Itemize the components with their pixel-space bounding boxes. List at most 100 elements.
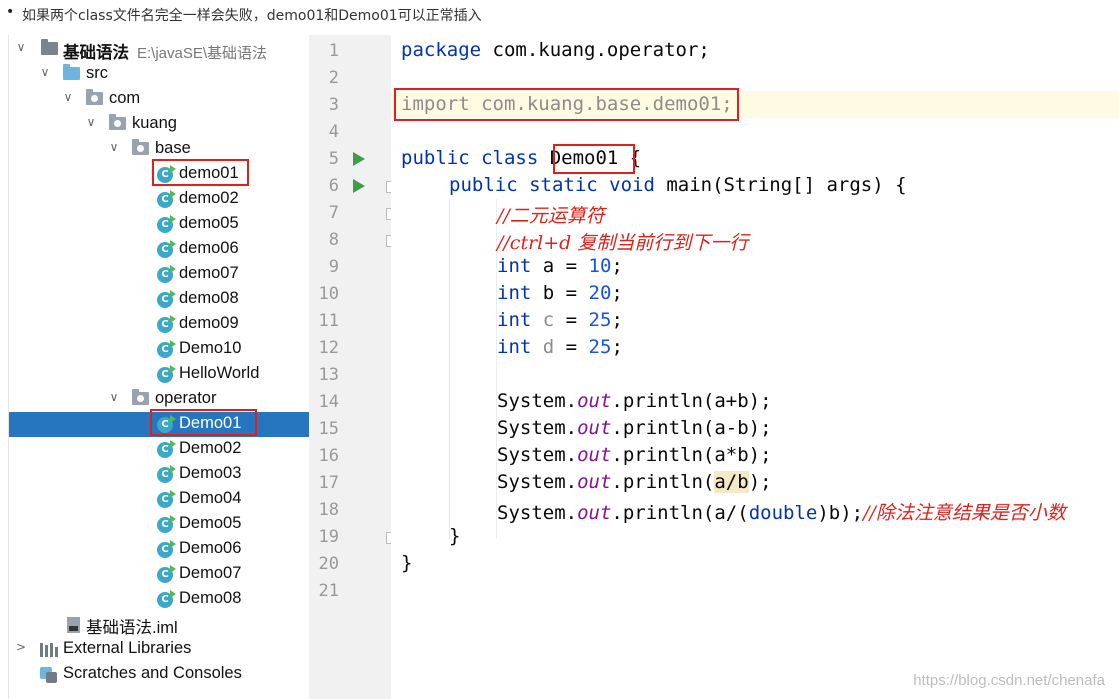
line-number: 7 xyxy=(328,203,339,223)
code-line-9: int a = 10; xyxy=(497,255,623,277)
code-editor[interactable]: package com.kuang.operator; import com.k… xyxy=(391,35,1119,699)
tree-item-label: demo09 xyxy=(179,314,239,332)
tree-item-label: Scratches and Consoles xyxy=(63,664,242,682)
run-main-icon[interactable] xyxy=(353,179,365,193)
tree-item-kuang[interactable]: ∨ kuang xyxy=(9,112,309,137)
chevron-down-icon[interactable]: ∨ xyxy=(15,40,27,54)
tree-item-class[interactable]: C demo08 xyxy=(9,287,309,312)
java-class-icon: C xyxy=(157,190,176,208)
line-number: 11 xyxy=(318,311,339,331)
tree-item-label: Demo03 xyxy=(179,464,242,482)
java-class-icon: C xyxy=(157,540,176,558)
watermark: https://blog.csdn.net/chenafa xyxy=(913,672,1105,689)
line-number: 12 xyxy=(318,338,339,358)
java-class-icon: C xyxy=(157,590,176,608)
tree-item-label: Demo10 xyxy=(179,339,242,357)
tree-item-base[interactable]: ∨ base xyxy=(9,137,309,162)
indent-guide xyxy=(449,199,450,539)
code-line-16: System.out.println(a*b); xyxy=(497,444,772,466)
tree-item-label: Demo08 xyxy=(179,589,242,607)
tree-item-class[interactable]: C demo05 xyxy=(9,212,309,237)
code-line-19: } xyxy=(449,525,461,547)
tree-item-class[interactable]: C Demo10 xyxy=(9,337,309,362)
package-icon xyxy=(86,89,103,107)
java-class-icon: C xyxy=(157,565,176,583)
java-class-icon: C xyxy=(157,515,176,533)
line-number: 3 xyxy=(328,95,339,115)
tree-item-src[interactable]: ∨ src xyxy=(9,62,309,87)
chevron-down-icon[interactable]: ∨ xyxy=(62,90,74,104)
tree-item-label: operator xyxy=(155,389,217,407)
tree-item-label: External Libraries xyxy=(63,639,192,657)
java-class-icon: C xyxy=(157,340,176,358)
line-number: 15 xyxy=(318,419,339,439)
java-class-icon: C xyxy=(157,240,176,258)
tree-item-label: Demo01 xyxy=(179,414,242,432)
tree-item-class[interactable]: C demo09 xyxy=(9,312,309,337)
run-class-icon[interactable] xyxy=(353,152,365,166)
line-number: 21 xyxy=(318,581,339,601)
tree-item-class[interactable]: C demo07 xyxy=(9,262,309,287)
code-line-12: int d = 25; xyxy=(497,336,623,358)
tree-item-label: demo08 xyxy=(179,289,239,307)
tree-item-label: Demo06 xyxy=(179,539,242,557)
source-folder-icon xyxy=(63,64,80,82)
note-bar: • 如果两个class文件名完全一样会失败，demo01和Demo01可以正常插… xyxy=(0,0,1119,30)
tree-item-class[interactable]: C demo02 xyxy=(9,187,309,212)
tree-item-class[interactable]: C Demo05 xyxy=(9,512,309,537)
libraries-icon xyxy=(40,642,58,657)
tree-item-class[interactable]: C HelloWorld xyxy=(9,362,309,387)
tree-item-project-root[interactable]: ∨ 基础语法 E:\javaSE\基础语法 xyxy=(9,37,309,62)
java-class-icon: C xyxy=(157,265,176,283)
tree-item-operator[interactable]: ∨ operator xyxy=(9,387,309,412)
line-number: 18 xyxy=(318,500,339,520)
tree-item-class[interactable]: C Demo04 xyxy=(9,487,309,512)
tree-item-label: base xyxy=(155,139,191,157)
tree-item-label: com xyxy=(109,89,141,107)
line-number: 19 xyxy=(318,527,339,547)
chevron-down-icon[interactable]: ∨ xyxy=(39,65,51,79)
tree-item-iml[interactable]: 基础语法.iml xyxy=(9,612,309,637)
line-number: 9 xyxy=(328,257,339,277)
tree-item-scratches[interactable]: Scratches and Consoles xyxy=(9,662,309,687)
tree-item-class[interactable]: C Demo02 xyxy=(9,437,309,462)
chevron-down-icon[interactable]: ∨ xyxy=(108,390,120,404)
tree-item-class[interactable]: C demo06 xyxy=(9,237,309,262)
tree-item-label: HelloWorld xyxy=(179,364,260,382)
tree-item-class[interactable]: C Demo03 xyxy=(9,462,309,487)
line-number: 14 xyxy=(318,392,339,412)
code-line-8-comment: //ctrl+d 复制当前行到下一行 xyxy=(497,232,749,254)
chevron-down-icon[interactable]: ∨ xyxy=(85,115,97,129)
java-class-icon: C xyxy=(157,465,176,483)
bullet: • xyxy=(6,4,15,20)
tree-item-com[interactable]: ∨ com xyxy=(9,87,309,112)
line-number: 2 xyxy=(328,68,339,88)
tree-item-class[interactable]: C Demo06 xyxy=(9,537,309,562)
java-class-icon: C xyxy=(157,215,176,233)
java-class-icon: C xyxy=(157,440,176,458)
code-line-17: System.out.println(a/b); xyxy=(497,471,772,493)
tree-item-label: Demo07 xyxy=(179,564,242,582)
tree-item-class[interactable]: C Demo08 xyxy=(9,587,309,612)
chevron-right-icon[interactable]: > xyxy=(15,640,27,654)
tree-item-class[interactable]: C Demo07 xyxy=(9,562,309,587)
tree-item-label: demo07 xyxy=(179,264,239,282)
line-number: 16 xyxy=(318,446,339,466)
module-folder-icon xyxy=(41,39,58,57)
project-path: E:\javaSE\基础语法 xyxy=(137,45,268,62)
code-line-14: System.out.println(a+b); xyxy=(497,390,772,412)
java-class-icon: C xyxy=(157,415,176,433)
tree-item-class-selected[interactable]: C Demo01 xyxy=(9,412,309,437)
tree-item-label: kuang xyxy=(132,114,177,132)
tree-item-label: demo06 xyxy=(179,239,239,257)
code-line-10: int b = 20; xyxy=(497,282,623,304)
editor-gutter: 1 2 3 4 5 6 7 8 9 10 11 12 13 14 15 16 1… xyxy=(309,35,399,699)
tree-item-label: 基础语法.iml xyxy=(86,619,178,637)
line-number: 13 xyxy=(318,365,339,385)
tree-item-external-libraries[interactable]: > External Libraries xyxy=(9,637,309,662)
java-class-icon: C xyxy=(157,165,176,183)
tree-item-class[interactable]: C demo01 xyxy=(9,162,309,187)
chevron-down-icon[interactable]: ∨ xyxy=(108,140,120,154)
code-line-6: public static void main(String[] args) { xyxy=(449,174,907,196)
note-text: 如果两个class文件名完全一样会失败，demo01和Demo01可以正常插入 xyxy=(22,8,482,24)
